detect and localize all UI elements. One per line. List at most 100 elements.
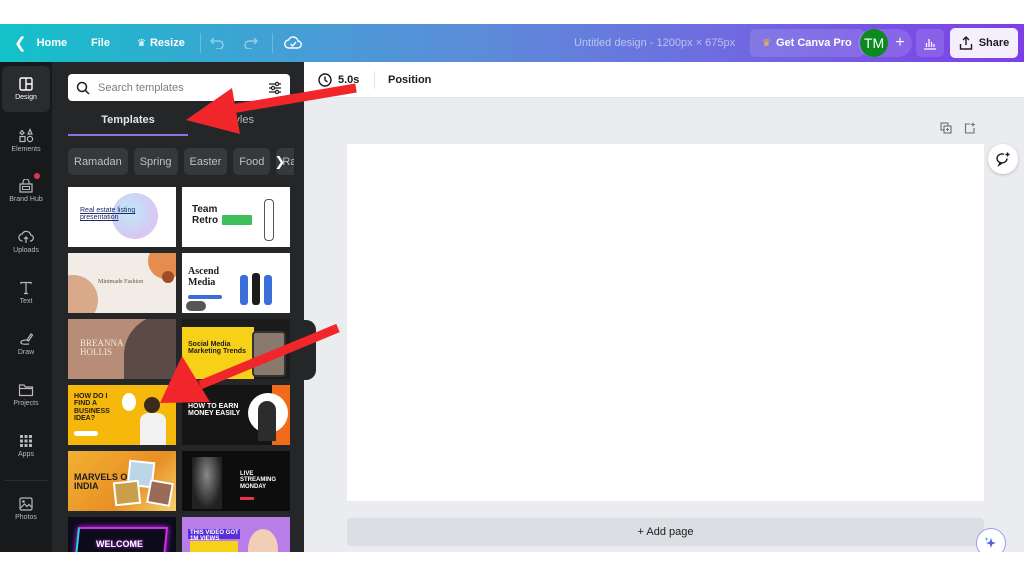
template-card[interactable]: MARVELS OF INDIA — [68, 451, 176, 511]
chevron-right-icon: ❯ — [274, 153, 286, 169]
get-canva-pro-button[interactable]: ♛ Get Canva Pro — [750, 29, 864, 57]
add-comment-button[interactable] — [988, 144, 1018, 174]
brand-icon — [19, 179, 33, 193]
template-title: WELCOME — [96, 539, 143, 549]
add-collaborator-button[interactable]: + — [890, 29, 910, 57]
design-title[interactable]: Untitled design - 1200px × 675px — [574, 24, 735, 62]
position-button[interactable]: Position — [388, 62, 431, 98]
template-card[interactable]: BREANNA HOLLIS — [68, 319, 176, 379]
panel-tabs: Templates Styles — [68, 114, 290, 136]
share-button[interactable]: Share — [950, 28, 1018, 58]
canva-editor: ❮ Home File ♛ Resize Untitled design - 1… — [0, 24, 1024, 552]
chip-spring[interactable]: Spring — [133, 148, 178, 175]
template-card[interactable]: Team Retro — [182, 187, 290, 247]
add-page-icon-button[interactable] — [964, 122, 976, 134]
tab-templates[interactable]: Templates — [68, 114, 188, 126]
magic-assistant-button[interactable] — [976, 528, 1006, 552]
rail-label: Apps — [18, 451, 34, 458]
top-bar: ❮ Home File ♛ Resize Untitled design - 1… — [0, 24, 1024, 62]
file-label: File — [91, 37, 110, 49]
home-button[interactable]: ❮ Home — [14, 24, 67, 62]
template-title: HOW TO EARN MONEY EASILY — [188, 403, 241, 418]
rail-item-design[interactable]: Design — [2, 66, 50, 112]
template-card[interactable]: Real estate listing presentation — [68, 187, 176, 247]
home-label: Home — [36, 37, 68, 49]
rail-divider — [4, 480, 48, 481]
template-card[interactable]: WELCOME — [68, 517, 176, 552]
pen-icon — [20, 333, 34, 345]
add-page-icon — [964, 122, 975, 134]
chips-next-button[interactable]: ❯ — [270, 148, 290, 175]
chevron-left-icon: ❮ — [14, 35, 27, 52]
rail-item-projects[interactable]: Projects — [2, 372, 50, 418]
rail-label: Projects — [13, 400, 39, 407]
rail-item-elements[interactable]: Elements — [2, 117, 50, 163]
rail-label: Design — [15, 94, 37, 101]
resize-label: Resize — [149, 37, 185, 49]
template-title: Mintmade Fashion — [98, 279, 144, 285]
search-templates-input[interactable]: Search templates — [68, 74, 290, 101]
template-title: Ascend Media — [188, 266, 220, 288]
duplicate-page-button[interactable] — [940, 122, 952, 134]
cloud-check-icon — [284, 36, 302, 49]
filter-sliders-icon[interactable] — [268, 81, 282, 95]
template-card[interactable]: HOW DO I FIND A BUSINESS IDEA? — [68, 385, 176, 445]
rail-label: Uploads — [13, 247, 39, 254]
notification-dot — [34, 173, 40, 179]
editor-toolbar: 5.0s Position — [304, 62, 1024, 98]
template-title: THIS VIDEO GOT 1M VIEWS — [190, 530, 239, 543]
insights-button[interactable] — [916, 29, 944, 57]
comment-add-icon — [996, 152, 1010, 167]
template-title: BREANNA HOLLIS — [80, 338, 124, 358]
template-card[interactable]: Ascend Media — [182, 253, 290, 313]
template-card[interactable]: THIS VIDEO GOT 1M VIEWS — [182, 517, 290, 552]
divider — [200, 33, 201, 53]
chip-easter[interactable]: Easter — [183, 148, 228, 175]
folder-icon — [18, 384, 34, 397]
layout-icon — [19, 77, 33, 91]
rail-label: Elements — [11, 146, 41, 153]
divider — [374, 71, 375, 89]
crown-icon: ♛ — [137, 37, 146, 49]
rail-label: Draw — [17, 349, 35, 356]
shapes-icon — [19, 128, 34, 143]
rail-item-photos[interactable]: Photos — [2, 486, 50, 532]
rail-item-uploads[interactable]: Uploads — [2, 219, 50, 265]
template-title: LIVE STREAMING MONDAY — [240, 471, 276, 490]
template-title: Social Media Marketing Trends — [188, 341, 246, 356]
template-card[interactable]: LIVE STREAMING MONDAY — [182, 451, 290, 511]
clock-icon — [318, 73, 332, 87]
template-card[interactable]: Social Media Marketing Trends — [182, 319, 290, 379]
template-card[interactable]: Mintmade Fashion — [68, 253, 176, 313]
design-canvas[interactable] — [347, 144, 984, 501]
side-rail: Design Elements Brand Hub Uploads Text D… — [0, 62, 52, 552]
user-avatar[interactable]: TM — [860, 29, 888, 57]
category-chips: Ramadan Spring Easter Food Ra — [68, 148, 294, 176]
rail-item-brand-hub[interactable]: Brand Hub — [2, 168, 50, 214]
tab-styles[interactable]: Styles — [179, 114, 299, 126]
chip-food[interactable]: Food — [233, 148, 271, 175]
save-status-button[interactable] — [284, 24, 302, 62]
divider — [272, 33, 273, 53]
rail-item-draw[interactable]: Draw — [2, 321, 50, 367]
rail-label: Brand Hub — [9, 196, 43, 203]
undo-button[interactable] — [210, 24, 224, 62]
duration-button[interactable]: 5.0s — [318, 62, 359, 98]
rail-item-text[interactable]: Text — [2, 270, 50, 316]
sparkle-icon — [984, 537, 996, 548]
redo-button[interactable] — [244, 24, 258, 62]
chip-ramadan[interactable]: Ramadan — [68, 148, 128, 175]
cloud-upload-icon — [18, 230, 34, 243]
rail-item-apps[interactable]: Apps — [2, 423, 50, 469]
undo-icon — [210, 37, 224, 49]
templates-panel: Search templates Templates Styles Ramada… — [52, 62, 304, 552]
redo-icon — [244, 37, 258, 49]
crown-icon: ♛ — [762, 37, 771, 49]
template-card[interactable]: HOW TO EARN MONEY EASILY — [182, 385, 290, 445]
panel-collapse-handle[interactable] — [300, 320, 316, 380]
add-page-button[interactable]: + Add page — [347, 518, 984, 546]
search-icon — [76, 81, 90, 95]
resize-button[interactable]: ♛ Resize — [137, 24, 185, 62]
search-placeholder: Search templates — [98, 81, 184, 94]
file-menu-button[interactable]: File — [91, 24, 110, 62]
